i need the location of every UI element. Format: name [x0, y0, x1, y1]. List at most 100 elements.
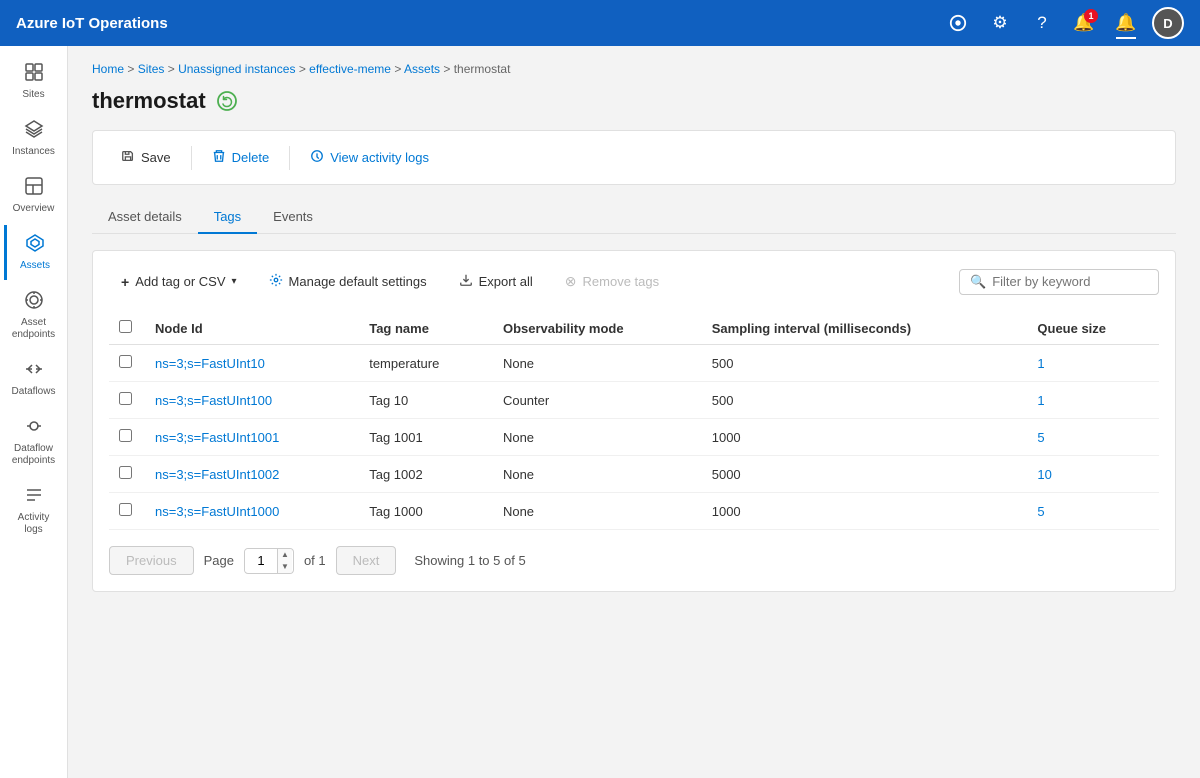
breadcrumb-sites[interactable]: Sites	[138, 62, 165, 76]
cell-observability-mode: None	[493, 419, 702, 456]
cell-queue-size: 5	[1027, 419, 1159, 456]
node-id-link[interactable]: ns=3;s=FastUInt1001	[155, 430, 279, 445]
previous-button[interactable]: Previous	[109, 546, 194, 575]
sidebar-item-dataflow-endpoints-label: Dataflow endpoints	[8, 443, 60, 467]
toolbar-card: Save Delete View activity logs	[92, 130, 1176, 185]
cell-sampling-interval: 5000	[702, 456, 1028, 493]
cell-tag-name: Tag 1001	[359, 419, 493, 456]
header-observability-mode: Observability mode	[493, 312, 702, 345]
table-row: ns=3;s=FastUInt10 temperature None 500 1	[109, 345, 1159, 382]
export-all-button[interactable]: Export all	[447, 267, 545, 296]
header-queue-size: Queue size	[1027, 312, 1159, 345]
row-checkbox[interactable]	[119, 392, 132, 405]
sidebar-item-assets[interactable]: Assets	[4, 225, 64, 280]
assets-icon	[25, 233, 45, 258]
instances-icon	[24, 119, 44, 144]
table-row: ns=3;s=FastUInt100 Tag 10 Counter 500 1	[109, 382, 1159, 419]
save-icon	[121, 149, 135, 166]
sidebar-item-dataflows[interactable]: Dataflows	[4, 351, 64, 406]
cell-tag-name: temperature	[359, 345, 493, 382]
settings-icon[interactable]	[942, 7, 974, 39]
page-up-spinner[interactable]: ▲	[278, 549, 292, 561]
filter-input[interactable]	[992, 274, 1148, 289]
delete-icon	[212, 149, 226, 166]
row-checkbox-cell	[109, 345, 145, 382]
pagination: Previous Page ▲ ▼ of 1 Next Showing 1 to…	[109, 546, 1159, 575]
sidebar: Sites Instances Overview Assets Asset en…	[0, 46, 68, 778]
cell-node-id: ns=3;s=FastUInt1002	[145, 456, 359, 493]
sidebar-item-asset-endpoints-label: Asset endpoints	[8, 317, 60, 341]
next-button[interactable]: Next	[336, 546, 397, 575]
view-activity-logs-button[interactable]: View activity logs	[298, 143, 441, 172]
notification-bell-icon[interactable]: 🔔 1	[1068, 7, 1100, 39]
filter-input-wrapper[interactable]: 🔍	[959, 269, 1159, 295]
page-spinners: ▲ ▼	[277, 549, 292, 573]
delete-button[interactable]: Delete	[200, 143, 282, 172]
export-all-label: Export all	[479, 274, 533, 289]
cell-tag-name: Tag 1002	[359, 456, 493, 493]
node-id-link[interactable]: ns=3;s=FastUInt10	[155, 356, 265, 371]
sidebar-item-activity-logs[interactable]: Activity logs	[4, 477, 64, 544]
row-checkbox[interactable]	[119, 503, 132, 516]
tab-asset-details[interactable]: Asset details	[92, 201, 198, 234]
add-tag-csv-button[interactable]: + Add tag or CSV ▾	[109, 268, 249, 296]
node-id-link[interactable]: ns=3;s=FastUInt100	[155, 393, 272, 408]
cell-node-id: ns=3;s=FastUInt1000	[145, 493, 359, 530]
cell-queue-size: 10	[1027, 456, 1159, 493]
data-card: + Add tag or CSV ▾ Manage default settin…	[92, 250, 1176, 592]
user-avatar[interactable]: D	[1152, 7, 1184, 39]
node-id-link[interactable]: ns=3;s=FastUInt1000	[155, 504, 279, 519]
page-down-spinner[interactable]: ▼	[278, 561, 292, 573]
sidebar-item-dataflow-endpoints[interactable]: Dataflow endpoints	[4, 408, 64, 475]
sidebar-item-overview-label: Overview	[13, 203, 55, 215]
row-checkbox[interactable]	[119, 466, 132, 479]
main-container: Sites Instances Overview Assets Asset en…	[0, 46, 1200, 778]
cell-tag-name: Tag 1000	[359, 493, 493, 530]
cell-sampling-interval: 500	[702, 345, 1028, 382]
manage-default-settings-button[interactable]: Manage default settings	[257, 267, 439, 296]
settings-gear-icon[interactable]: ⚙	[984, 7, 1016, 39]
sidebar-item-sites[interactable]: Sites	[4, 54, 64, 109]
sidebar-item-instances[interactable]: Instances	[4, 111, 64, 166]
topnav-icons: ⚙ ? 🔔 1 🔔 D	[942, 7, 1184, 39]
sidebar-item-asset-endpoints[interactable]: Asset endpoints	[4, 282, 64, 349]
row-checkbox[interactable]	[119, 355, 132, 368]
table-row: ns=3;s=FastUInt1001 Tag 1001 None 1000 5	[109, 419, 1159, 456]
toolbar-divider	[191, 146, 192, 170]
breadcrumb-assets[interactable]: Assets	[404, 62, 440, 76]
save-button[interactable]: Save	[109, 143, 183, 172]
tab-tags[interactable]: Tags	[198, 201, 257, 234]
notification-badge: 1	[1084, 9, 1098, 23]
table-header-row: Node Id Tag name Observability mode Samp…	[109, 312, 1159, 345]
cell-queue-size: 1	[1027, 345, 1159, 382]
add-icon: +	[121, 274, 129, 290]
asset-endpoints-icon	[24, 290, 44, 315]
sidebar-item-overview[interactable]: Overview	[4, 168, 64, 223]
row-checkbox[interactable]	[119, 429, 132, 442]
of-label: of 1	[304, 553, 326, 568]
help-icon[interactable]: ?	[1026, 7, 1058, 39]
cell-tag-name: Tag 10	[359, 382, 493, 419]
breadcrumb-effective-meme[interactable]: effective-meme	[309, 62, 391, 76]
add-tag-dropdown-icon: ▾	[232, 276, 237, 287]
node-id-link[interactable]: ns=3;s=FastUInt1002	[155, 467, 279, 482]
breadcrumb-home[interactable]: Home	[92, 62, 124, 76]
page-title-row: thermostat	[92, 88, 1176, 114]
sidebar-item-sites-label: Sites	[22, 89, 44, 101]
page-number-input[interactable]	[245, 549, 277, 572]
synced-icon	[216, 90, 238, 112]
remove-tags-button[interactable]: ⊗ Remove tags	[553, 267, 671, 296]
page-input-wrapper: ▲ ▼	[244, 548, 294, 574]
table-header: Node Id Tag name Observability mode Samp…	[109, 312, 1159, 345]
data-table: Node Id Tag name Observability mode Samp…	[109, 312, 1159, 530]
table-toolbar: + Add tag or CSV ▾ Manage default settin…	[109, 267, 1159, 296]
settings-icon2[interactable]: 🔔	[1110, 7, 1142, 39]
row-checkbox-cell	[109, 382, 145, 419]
breadcrumb-unassigned-instances[interactable]: Unassigned instances	[178, 62, 295, 76]
showing-text: Showing 1 to 5 of 5	[414, 553, 525, 568]
dataflow-endpoints-icon	[24, 416, 44, 441]
select-all-checkbox[interactable]	[119, 320, 132, 333]
filter-search-icon: 🔍	[970, 274, 986, 290]
activity-logs-btn-icon	[310, 149, 324, 166]
tab-events[interactable]: Events	[257, 201, 329, 234]
